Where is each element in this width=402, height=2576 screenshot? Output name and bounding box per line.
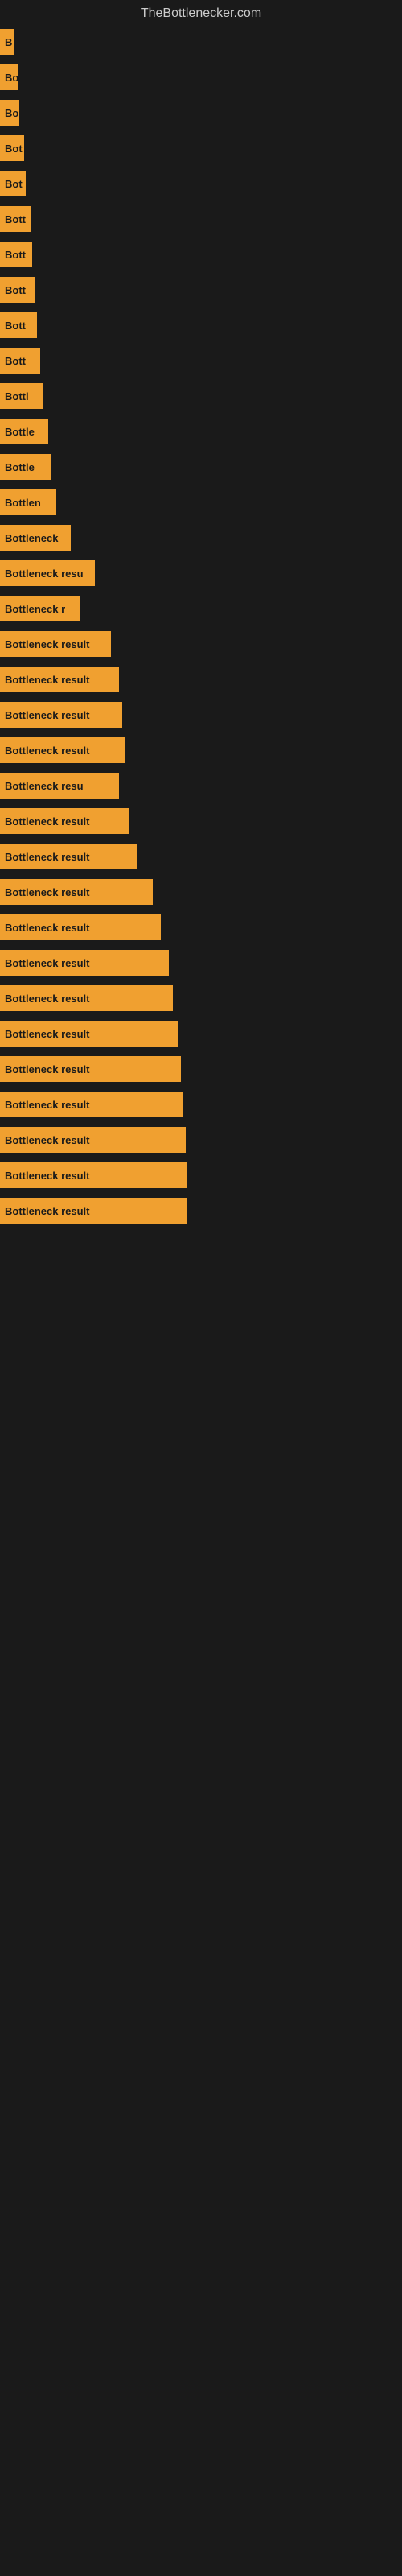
bottleneck-bar[interactable]: Bottleneck result [0, 1056, 181, 1082]
bottleneck-bar[interactable]: Bottleneck resu [0, 560, 95, 586]
bottleneck-bar[interactable]: Bottle [0, 419, 48, 444]
bar-row: Bottleneck resu [0, 555, 402, 591]
bottleneck-bar[interactable]: Bottleneck result [0, 914, 161, 940]
bottleneck-bar[interactable]: Bottleneck result [0, 1021, 178, 1046]
bottleneck-bar[interactable]: Bott [0, 206, 31, 232]
bottleneck-bar[interactable]: Bott [0, 242, 32, 267]
bar-row: Bottl [0, 378, 402, 414]
bar-row: Bottlen [0, 485, 402, 520]
bottleneck-bar[interactable]: Bottleneck result [0, 1092, 183, 1117]
bottleneck-bar[interactable]: Bottleneck r [0, 596, 80, 621]
bar-row: Bottleneck result [0, 626, 402, 662]
bottleneck-bar[interactable]: Bottleneck result [0, 1162, 187, 1188]
bottleneck-bar[interactable]: Bottleneck result [0, 844, 137, 869]
bar-row: Bo [0, 95, 402, 130]
bar-row: Bottleneck result [0, 945, 402, 980]
bottleneck-bar[interactable]: B [0, 29, 14, 55]
bar-row: Bottleneck result [0, 733, 402, 768]
bar-row: Bottleneck result [0, 1087, 402, 1122]
bar-row: Bottleneck result [0, 839, 402, 874]
bar-row: Bottleneck r [0, 591, 402, 626]
bottleneck-bar[interactable]: Bottleneck result [0, 950, 169, 976]
bar-row: Bot [0, 166, 402, 201]
bottleneck-bar[interactable]: Bottleneck result [0, 985, 173, 1011]
bottleneck-bar[interactable]: Bottleneck result [0, 667, 119, 692]
bar-row: B [0, 24, 402, 60]
bar-row: Bottleneck result [0, 1122, 402, 1158]
bottleneck-bar[interactable]: Bot [0, 135, 24, 161]
bar-row: Bott [0, 237, 402, 272]
bottleneck-bar[interactable]: Bottleneck result [0, 1198, 187, 1224]
bottleneck-bar[interactable]: Bott [0, 277, 35, 303]
bar-row: Bott [0, 343, 402, 378]
bar-row: Bottleneck result [0, 980, 402, 1016]
bottleneck-bar[interactable]: Bottleneck result [0, 1127, 186, 1153]
bottleneck-bar[interactable]: Bottleneck result [0, 631, 111, 657]
bar-row: Bottleneck result [0, 803, 402, 839]
bottleneck-bar[interactable]: Bott [0, 312, 37, 338]
bottleneck-bar[interactable]: Bo [0, 64, 18, 90]
bottleneck-bar[interactable]: Bottleneck result [0, 702, 122, 728]
bar-row: Bottleneck result [0, 1193, 402, 1228]
bottleneck-bar[interactable]: Bottleneck result [0, 737, 125, 763]
bar-row: Bottleneck result [0, 697, 402, 733]
bar-row: Bottleneck result [0, 662, 402, 697]
bottleneck-bar[interactable]: Bottlen [0, 489, 56, 515]
bar-row: Bottleneck [0, 520, 402, 555]
bottleneck-bar[interactable]: Bottleneck [0, 525, 71, 551]
bottleneck-bar[interactable]: Bot [0, 171, 26, 196]
bar-row: Bo [0, 60, 402, 95]
bottleneck-bar[interactable]: Bottle [0, 454, 51, 480]
bottleneck-bar[interactable]: Bott [0, 348, 40, 374]
bar-row: Bottleneck result [0, 1016, 402, 1051]
bar-row: Bott [0, 272, 402, 308]
bar-row: Bottleneck result [0, 1158, 402, 1193]
bar-row: Bottle [0, 449, 402, 485]
bottleneck-bar[interactable]: Bottleneck result [0, 808, 129, 834]
bar-row: Bot [0, 130, 402, 166]
bar-row: Bottleneck result [0, 910, 402, 945]
site-title: TheBottlenecker.com [0, 0, 402, 24]
bar-row: Bott [0, 308, 402, 343]
bar-row: Bott [0, 201, 402, 237]
bottleneck-bar[interactable]: Bo [0, 100, 19, 126]
bottleneck-bar[interactable]: Bottleneck result [0, 879, 153, 905]
bottleneck-bar[interactable]: Bottleneck resu [0, 773, 119, 799]
bottleneck-bar[interactable]: Bottl [0, 383, 43, 409]
bar-row: Bottleneck result [0, 1051, 402, 1087]
bar-row: Bottleneck resu [0, 768, 402, 803]
bar-row: Bottle [0, 414, 402, 449]
bar-row: Bottleneck result [0, 874, 402, 910]
